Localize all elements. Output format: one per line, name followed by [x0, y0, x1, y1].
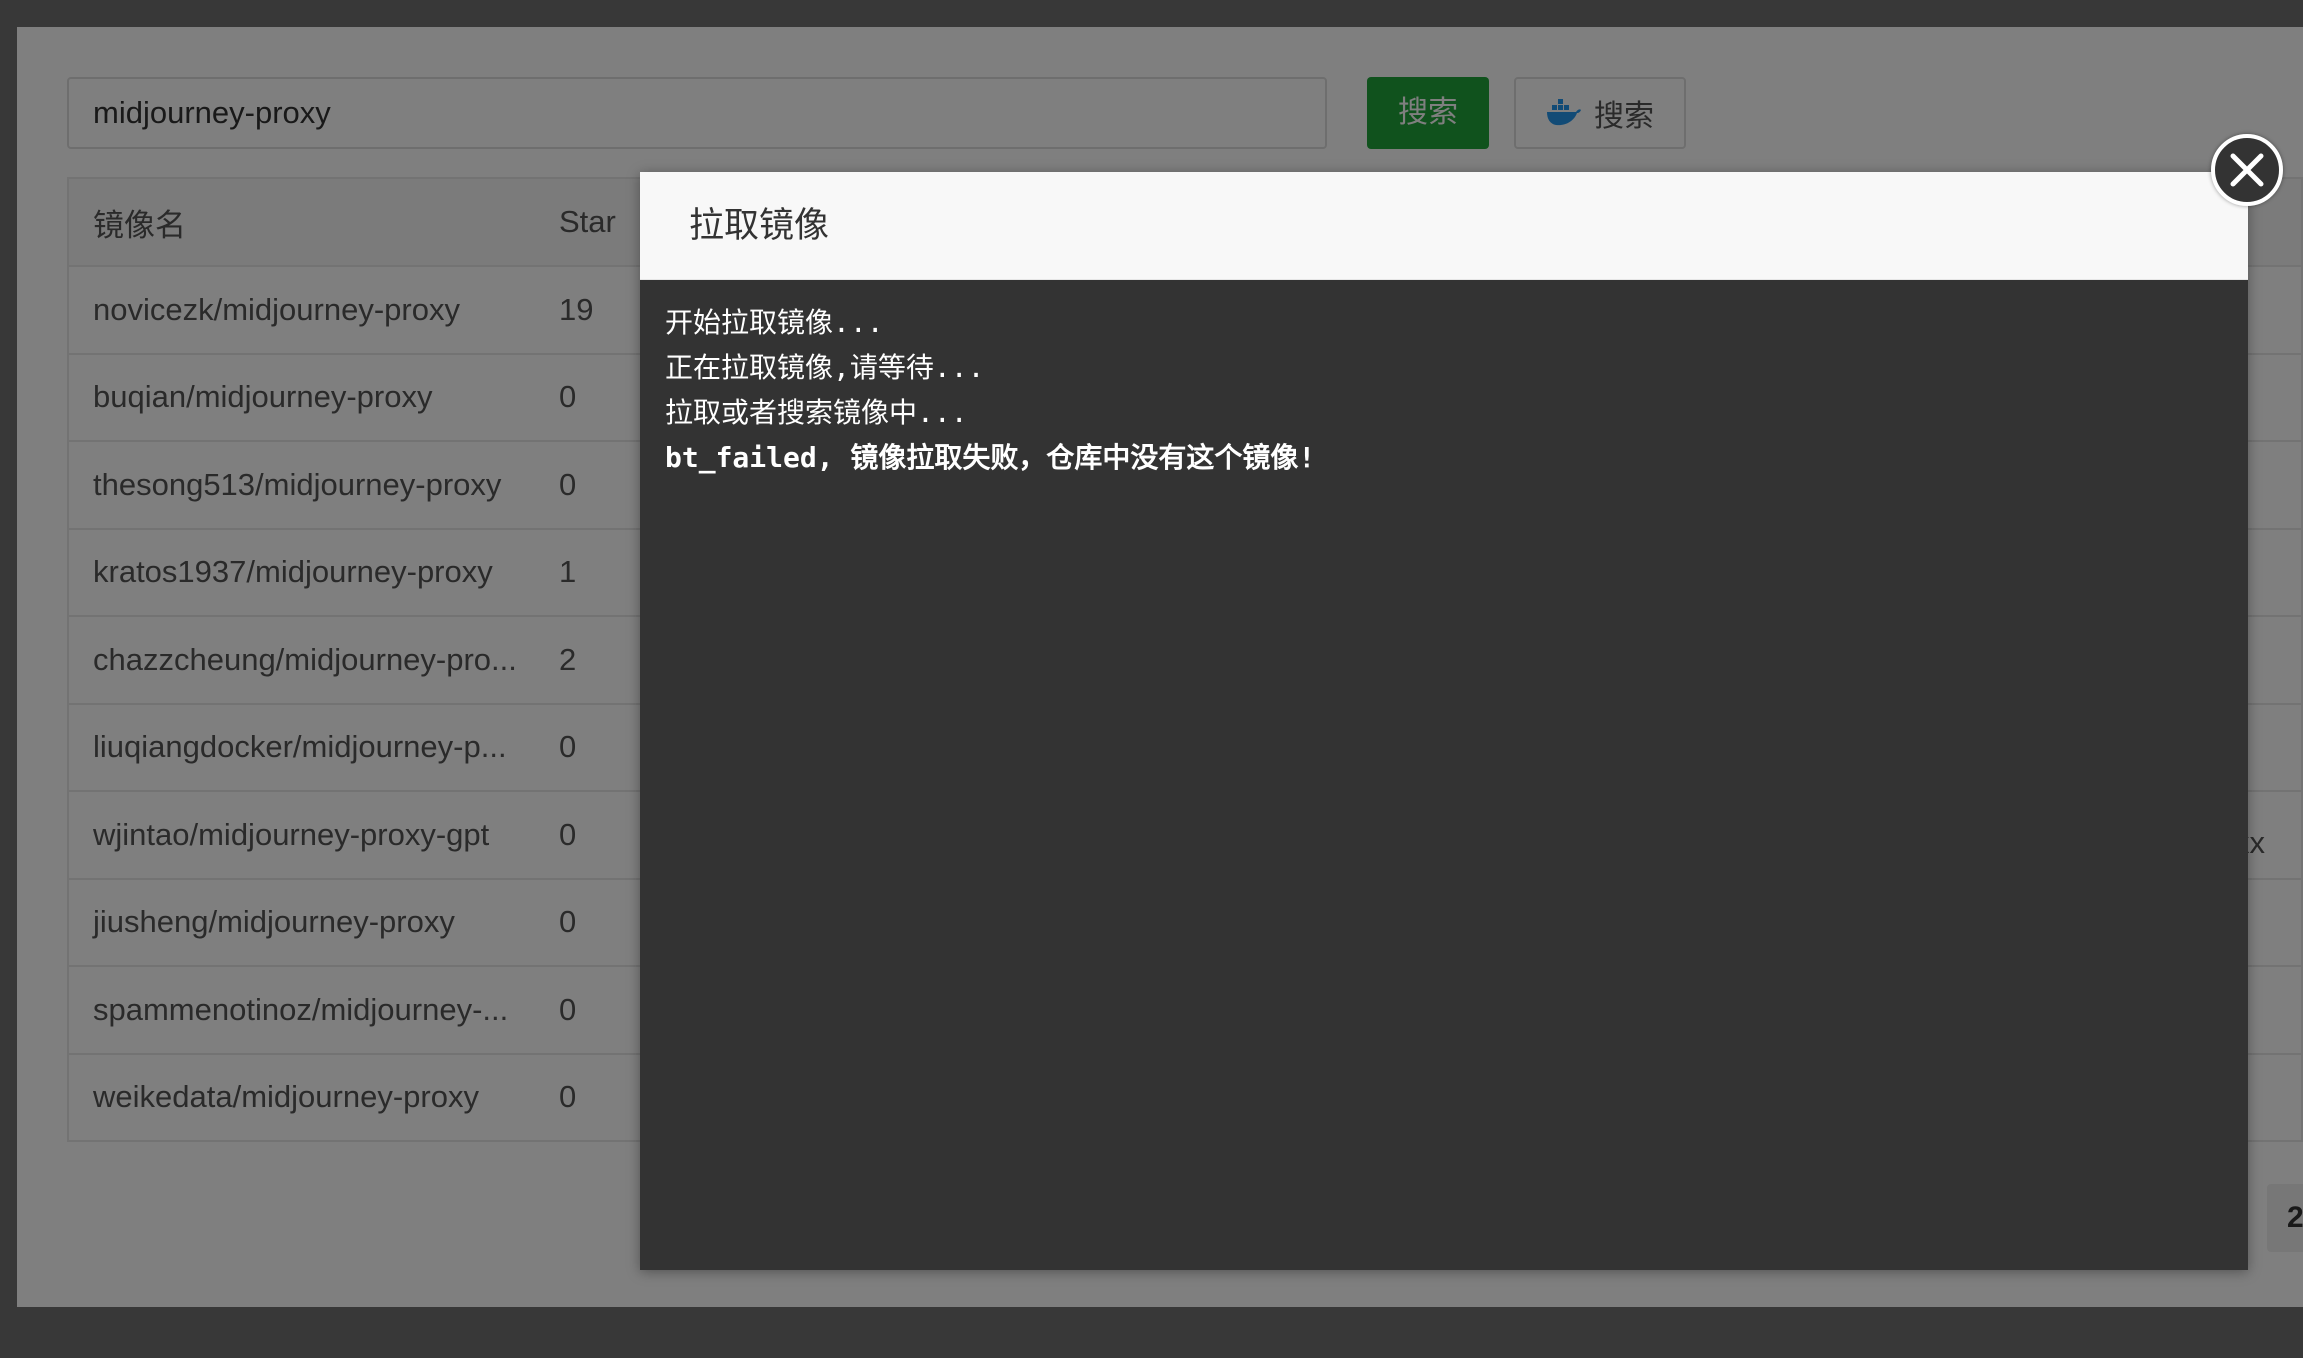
log-line: 正在拉取镜像,请等待...: [665, 351, 985, 384]
modal-title: 拉取镜像: [640, 172, 2248, 280]
log-line: 拉取或者搜索镜像中...: [665, 396, 968, 429]
close-icon[interactable]: [2211, 134, 2283, 206]
log-line: 开始拉取镜像...: [665, 306, 884, 339]
pull-image-modal: 拉取镜像 开始拉取镜像... 正在拉取镜像,请等待... 拉取或者搜索镜像中... b…: [640, 172, 2248, 1270]
pull-log-console: 开始拉取镜像... 正在拉取镜像,请等待... 拉取或者搜索镜像中... bt_fai…: [640, 280, 2248, 500]
log-line: bt_failed, 镜像拉取失败，仓库中没有这个镜像!: [665, 441, 1316, 474]
